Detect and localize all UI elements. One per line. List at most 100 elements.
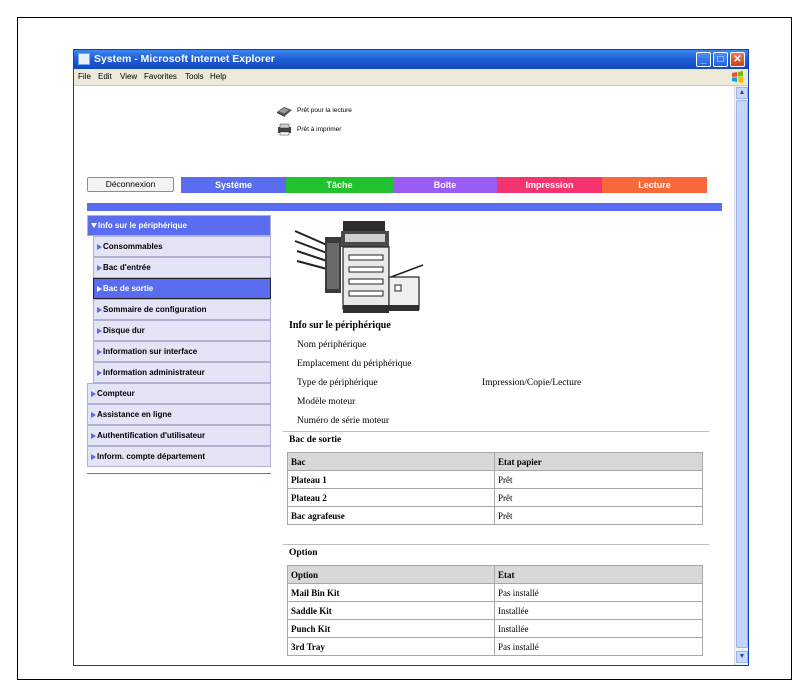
- arrow-icon: [97, 306, 102, 313]
- sidebar-item-label: Compteur: [97, 389, 135, 398]
- menu-file[interactable]: File: [78, 72, 91, 81]
- arrow-icon: [91, 390, 96, 397]
- option-name: Punch Kit: [287, 619, 495, 638]
- scroll-down-icon[interactable]: ▼: [736, 651, 748, 663]
- sidebar-divider: [87, 473, 271, 474]
- tray-name: Bac agrafeuse: [287, 506, 495, 525]
- device-name-label: Nom périphérique: [297, 340, 367, 350]
- menu-tools[interactable]: Tools: [185, 72, 204, 81]
- sidebar-item-label: Inform. compte département: [97, 452, 206, 461]
- device-type-label: Type de périphérique: [297, 378, 378, 388]
- sidebar-item-label: Bac de sortie: [103, 284, 154, 293]
- page-content: Prêt pour la lecture Prêt à imprimer Déc…: [74, 86, 734, 665]
- menu-edit[interactable]: Edit: [98, 72, 112, 81]
- sidebar-item-interface-info[interactable]: Information sur interface: [93, 341, 271, 362]
- table-row: Saddle Kit Installée: [287, 601, 703, 620]
- scroll-thumb[interactable]: [736, 100, 748, 648]
- tray-name: Plateau 1: [287, 470, 495, 489]
- expanded-arrow-icon: [91, 223, 97, 229]
- output-tray-title: Bac de sortie: [289, 435, 342, 445]
- sidebar: Info sur le périphérique Consommables Ba…: [87, 215, 271, 474]
- tray-name: Plateau 2: [287, 488, 495, 507]
- option-name: 3rd Tray: [287, 637, 495, 656]
- tab-lecture[interactable]: Lecture: [602, 177, 707, 193]
- sidebar-item-consumables[interactable]: Consommables: [93, 236, 271, 257]
- scanner-icon: [277, 107, 292, 117]
- sidebar-item-hard-disk[interactable]: Disque dur: [93, 320, 271, 341]
- option-status: Pas installé: [494, 583, 703, 602]
- table-header-row: Bac Etat papier: [287, 452, 703, 471]
- menu-bar: File Edit View Favorites Tools Help: [74, 69, 748, 86]
- tab-underline: [87, 203, 722, 211]
- option-status: Installée: [494, 601, 703, 620]
- sidebar-item-input-tray[interactable]: Bac d'entrée: [93, 257, 271, 278]
- option-status: Pas installé: [494, 637, 703, 656]
- minimize-button[interactable]: _: [696, 52, 711, 67]
- copier-illustration: [294, 221, 424, 313]
- sidebar-item-label: Consommables: [103, 242, 163, 251]
- tab-boite[interactable]: Boîte: [393, 177, 497, 193]
- arrow-icon: [97, 327, 102, 334]
- option-name: Saddle Kit: [287, 601, 495, 620]
- sidebar-item-label: Disque dur: [103, 326, 145, 335]
- table-row: Plateau 1 Prêt: [287, 470, 703, 489]
- column-header: Etat papier: [494, 452, 703, 471]
- print-status: Prêt à imprimer: [297, 126, 342, 133]
- logout-button[interactable]: Déconnexion: [87, 177, 174, 192]
- arrow-icon: [91, 432, 96, 439]
- sidebar-item-label: Sommaire de configuration: [103, 305, 207, 314]
- option-table: Option Etat Mail Bin Kit Pas installé Sa…: [287, 565, 703, 656]
- option-status: Installée: [494, 619, 703, 638]
- main-tabs: Déconnexion Système Tâche Boîte Impressi…: [87, 177, 722, 193]
- menu-favorites[interactable]: Favorites: [144, 72, 177, 81]
- sidebar-item-output-tray[interactable]: Bac de sortie: [93, 278, 271, 299]
- scan-status: Prêt pour la lecture: [297, 107, 352, 114]
- sidebar-item-label: Assistance en ligne: [97, 410, 172, 419]
- menu-help[interactable]: Help: [210, 72, 226, 81]
- close-button[interactable]: ✕: [730, 52, 745, 67]
- sidebar-item-account-track[interactable]: Inform. compte département: [87, 446, 271, 467]
- title-bar: System - Microsoft Internet Explorer _ □…: [74, 50, 748, 69]
- table-row: Plateau 2 Prêt: [287, 488, 703, 507]
- output-tray-table: Bac Etat papier Plateau 1 Prêt Plateau 2…: [287, 452, 703, 525]
- arrow-icon: [91, 453, 96, 460]
- tab-systeme[interactable]: Système: [181, 177, 286, 193]
- vertical-scrollbar[interactable]: ▲ ▼: [734, 86, 748, 665]
- sidebar-item-user-auth[interactable]: Authentification d'utilisateur: [87, 425, 271, 446]
- sidebar-item-config-summary[interactable]: Sommaire de configuration: [93, 299, 271, 320]
- arrow-icon: [97, 348, 102, 355]
- device-type-value: Impression/Copie/Lecture: [482, 378, 582, 388]
- column-header: Bac: [287, 452, 495, 471]
- column-header: Option: [287, 565, 495, 584]
- arrow-icon: [97, 369, 102, 376]
- sidebar-item-counter[interactable]: Compteur: [87, 383, 271, 404]
- sidebar-item-online-help[interactable]: Assistance en ligne: [87, 404, 271, 425]
- table-row: Punch Kit Installée: [287, 619, 703, 638]
- sidebar-item-label: Bac d'entrée: [103, 263, 151, 272]
- scroll-up-icon[interactable]: ▲: [736, 87, 748, 99]
- window-title: System - Microsoft Internet Explorer: [94, 53, 275, 65]
- option-title: Option: [289, 548, 318, 558]
- arrow-icon: [91, 411, 96, 418]
- sidebar-item-label: Info sur le périphérique: [98, 221, 187, 230]
- sidebar-item-label: Information sur interface: [103, 347, 198, 356]
- tab-tache[interactable]: Tâche: [286, 177, 393, 193]
- table-header-row: Option Etat: [287, 565, 703, 584]
- arrow-icon: [97, 285, 102, 292]
- sidebar-item-label: Information administrateur: [103, 368, 205, 377]
- tray-status: Prêt: [494, 488, 703, 507]
- section-divider: [283, 431, 709, 432]
- column-header: Etat: [494, 565, 703, 584]
- sidebar-item-device-info[interactable]: Info sur le périphérique: [87, 215, 271, 236]
- engine-model-label: Modèle moteur: [297, 397, 356, 407]
- browser-window: System - Microsoft Internet Explorer _ □…: [73, 49, 749, 666]
- sidebar-item-admin-info[interactable]: Information administrateur: [93, 362, 271, 383]
- arrow-icon: [97, 243, 102, 250]
- maximize-button[interactable]: □: [713, 52, 728, 67]
- tab-impression[interactable]: Impression: [497, 177, 602, 193]
- ie-icon: [78, 53, 90, 65]
- section-divider: [283, 544, 709, 545]
- tray-status: Prêt: [494, 470, 703, 489]
- menu-view[interactable]: View: [120, 72, 137, 81]
- table-row: Bac agrafeuse Prêt: [287, 506, 703, 525]
